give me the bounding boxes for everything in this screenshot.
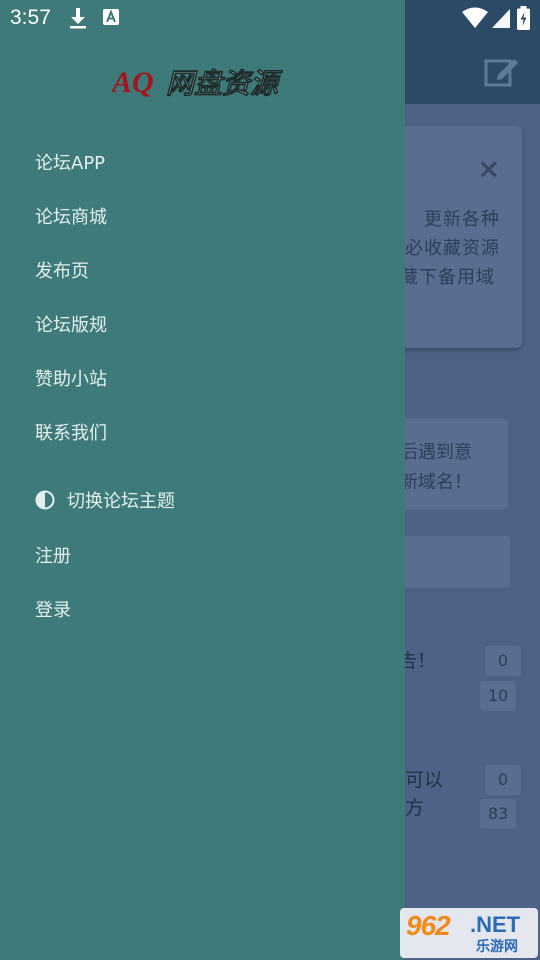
view-count-badge: 83 xyxy=(480,799,516,829)
menu-item-forum-shop[interactable]: 论坛商城 xyxy=(35,203,107,229)
menu-item-label: 切换论坛主题 xyxy=(67,491,175,512)
thread-title: 可以 xyxy=(405,769,444,791)
menu-item-contact-us[interactable]: 联系我们 xyxy=(35,419,107,445)
menu-item-forum-app[interactable]: 论坛APP xyxy=(35,149,105,175)
watermark-suffix: .NET xyxy=(470,912,521,937)
watermark-number: 962 xyxy=(406,910,451,941)
edit-icon xyxy=(484,59,518,87)
menu-item-sponsor[interactable]: 赞助小站 xyxy=(35,365,107,391)
battery-icon xyxy=(517,6,530,30)
menu-item-forum-rules[interactable]: 论坛版规 xyxy=(35,311,107,337)
menu-item-login[interactable]: 登录 xyxy=(35,596,71,622)
view-count-badge: 10 xyxy=(480,681,516,711)
menu-item-publish-page[interactable]: 发布页 xyxy=(35,257,89,283)
svg-text:网盘资源: 网盘资源 xyxy=(166,67,283,100)
signal-icon xyxy=(492,9,510,28)
notice-close-button[interactable]: × xyxy=(477,152,500,185)
reply-count-badge: 0 xyxy=(485,646,521,676)
info-line: 新域名！ xyxy=(400,472,472,493)
wifi-icon xyxy=(462,7,488,28)
status-bar: 3:57 xyxy=(0,0,540,36)
reply-count-badge: 0 xyxy=(485,765,521,795)
navigation-drawer: AQ 网盘资源 论坛APP 论坛商城 发布页 论坛版规 赞助小站 联系我们 切换… xyxy=(0,36,405,960)
info-line: 后遇到意 xyxy=(400,442,472,463)
site-logo: AQ 网盘资源 xyxy=(112,66,283,100)
status-time: 3:57 xyxy=(10,6,51,29)
half-circle-icon xyxy=(35,490,55,510)
a-icon xyxy=(103,9,119,25)
watermark-site-name: 乐游网 xyxy=(476,939,518,955)
menu-item-switch-theme[interactable]: 切换论坛主题 xyxy=(35,487,175,513)
download-icon xyxy=(70,8,86,29)
site-watermark: 962 .NET 乐游网 xyxy=(400,908,538,958)
thread-title: 方 xyxy=(405,797,425,819)
menu-item-register[interactable]: 注册 xyxy=(35,542,71,568)
svg-text:AQ: AQ xyxy=(112,66,154,99)
